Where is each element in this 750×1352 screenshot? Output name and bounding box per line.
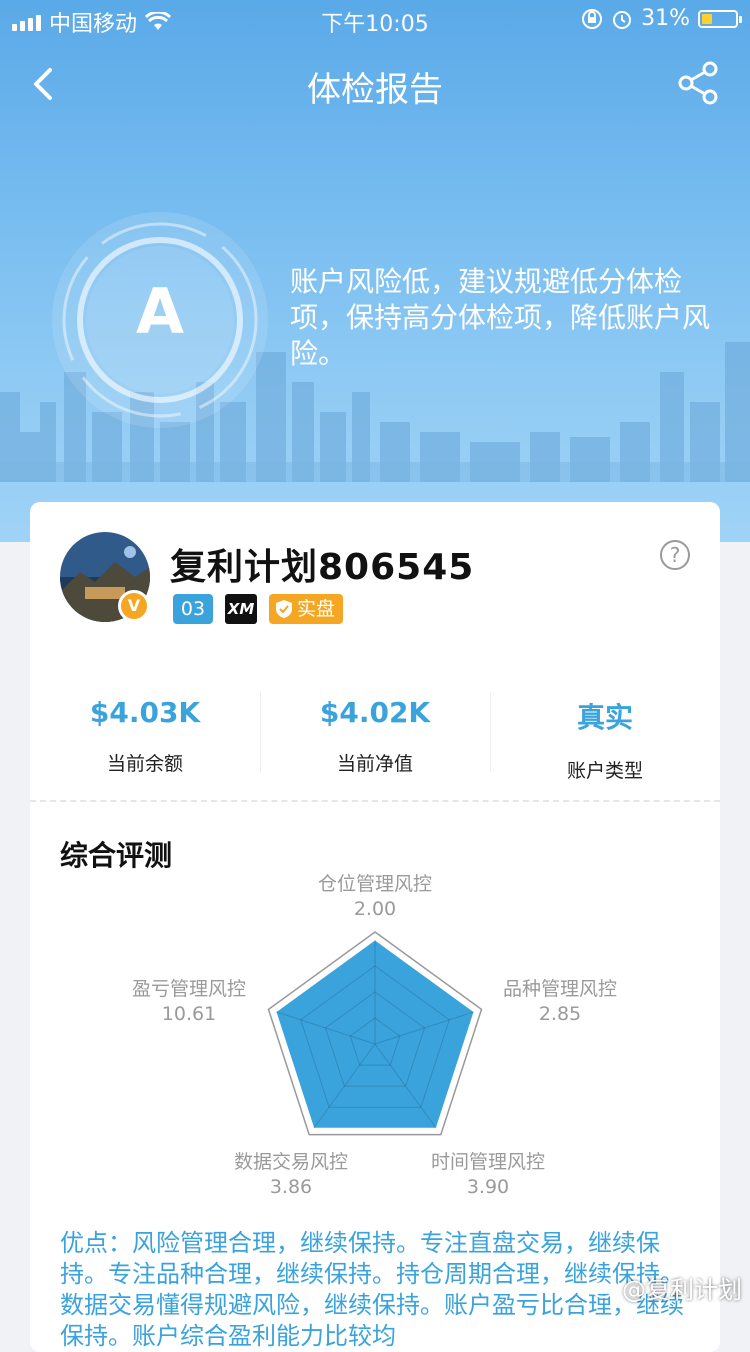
radar-value-label: 10.61 (162, 1003, 216, 1025)
battery-icon (698, 9, 742, 28)
xm-broker-logo: XM (225, 594, 257, 624)
account-tags: 03 XM 实盘 (173, 594, 344, 624)
stat-equity: $4.02K 当前净值 (260, 692, 490, 775)
radar-value-label: 2.00 (354, 898, 396, 920)
report-card: V 复利计划806545 ? 03 XM 实盘 $4.03K 当前余额 $4.0… (30, 502, 720, 1352)
stat-label: 当前余额 (106, 753, 183, 775)
radar-axis-label: 仓位管理风控 (318, 873, 432, 895)
radar-chart: 仓位管理风控 2.00 品种管理风控 2.85 时间管理风控 3.90 数据交易风控 3.86… (132, 873, 617, 1198)
stat-account-type: 真实 账户类型 (490, 692, 720, 782)
account-name: 复利计划806545 (170, 547, 475, 588)
radar-axis-label: 品种管理风控 (503, 978, 617, 1000)
radar-axis-label: 盈亏管理风控 (132, 978, 246, 1000)
radar-value-label: 3.86 (270, 1176, 312, 1198)
stat-value: 真实 (576, 701, 633, 734)
stat-value: $4.02K (319, 696, 431, 729)
status-bar: 中国移动 下午10:05 31% (0, 0, 750, 40)
radar-value-label: 2.85 (539, 1003, 581, 1025)
account-stats: $4.03K 当前余额 $4.02K 当前净值 真实 账户类型 (30, 692, 720, 782)
stat-value: $4.03K (89, 696, 201, 729)
stat-balance: $4.03K 当前余额 (30, 692, 260, 775)
battery-percent: 31% (641, 6, 690, 31)
radar-axis-label: 数据交易风控 (234, 1151, 348, 1173)
watermark: @复利计划 (592, 1270, 742, 1305)
stat-label: 账户类型 (566, 760, 643, 782)
account-number-tag: 03 (173, 594, 213, 624)
stat-label: 当前净值 (336, 753, 413, 775)
rotation-lock-icon (582, 8, 603, 29)
share-icon[interactable] (676, 60, 722, 106)
nav-bar: 体检报告 (0, 52, 750, 116)
real-account-tag: 实盘 (269, 594, 344, 624)
grade-letter: A (136, 275, 184, 348)
weibo-logo-icon (592, 1278, 617, 1298)
radar-value-label: 3.90 (467, 1176, 509, 1198)
divider (30, 800, 720, 802)
verified-badge-icon: V (118, 590, 150, 622)
page-title: 体检报告 (307, 70, 443, 110)
shield-check-icon (276, 600, 292, 618)
real-tag-label: 实盘 (297, 598, 336, 620)
help-icon[interactable]: ? (660, 540, 690, 570)
risk-summary: 账户风险低，建议规避低分体检项，保持高分体检项，降低账户风险。 (290, 265, 711, 370)
watermark-text: @复利计划 (622, 1276, 742, 1304)
radar-axis-label: 时间管理风控 (431, 1151, 545, 1173)
alarm-icon (613, 10, 632, 29)
